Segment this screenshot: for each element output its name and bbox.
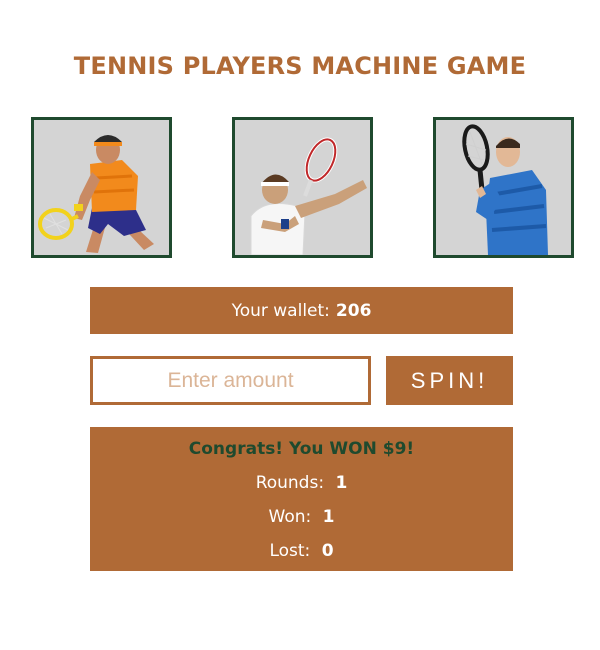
tennis-player-orange-icon [38,135,154,253]
result-message: Congrats! You WON $9! [188,439,415,459]
rounds-value: 1 [335,473,348,493]
tennis-player-blue-icon [462,124,548,255]
reel-1 [31,117,172,258]
won-label: Won: [268,507,312,527]
rounds-label: Rounds: [255,473,325,493]
game-title: TENNIS PLAYERS MACHINE GAME [73,52,527,80]
lost-value: 0 [321,541,334,561]
wallet-amount: 206 [335,300,372,321]
reel-3 [433,117,574,258]
won-value: 1 [322,507,335,527]
bet-amount-input[interactable] [90,356,371,405]
results-panel: Congrats! You WON $9! Rounds: 1 Won: 1 L… [90,427,513,571]
lost-label: Lost: [269,541,311,561]
won-stat: Won: 1 [90,507,513,527]
reel-2 [232,117,373,258]
tennis-player-white-icon [250,137,367,255]
wallet-display: Your wallet: 206 [90,287,513,334]
spin-button[interactable]: SPIN! [386,356,513,405]
rounds-stat: Rounds: 1 [90,473,513,493]
wallet-label: Your wallet: [231,300,330,321]
lost-stat: Lost: 0 [90,541,513,561]
